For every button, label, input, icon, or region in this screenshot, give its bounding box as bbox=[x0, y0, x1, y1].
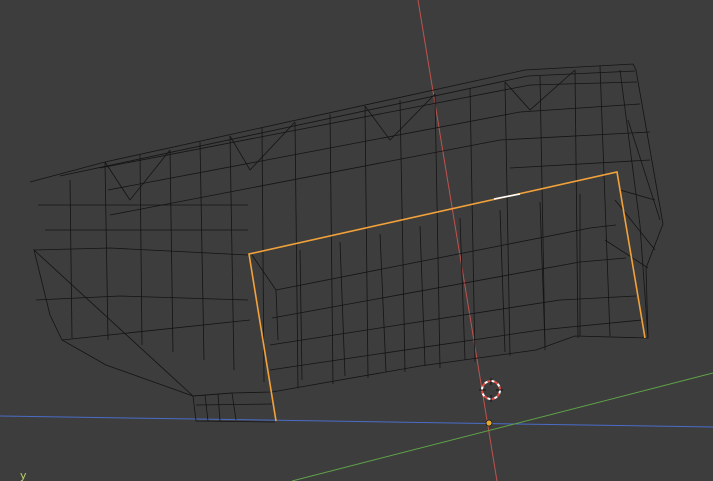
mesh-outline bbox=[29, 63, 664, 423]
x-axis-line bbox=[417, 0, 498, 481]
axis-indicator-label: y bbox=[20, 469, 27, 481]
y-axis-line bbox=[291, 372, 713, 481]
3d-cursor-icon[interactable] bbox=[479, 378, 503, 402]
origin-dot-icon bbox=[485, 419, 493, 427]
z-axis-line bbox=[0, 415, 713, 428]
3d-viewport[interactable]: y bbox=[0, 0, 713, 481]
selected-edge-loop[interactable] bbox=[248, 171, 646, 422]
viewport-scene[interactable] bbox=[0, 0, 713, 481]
mesh-wireframe[interactable] bbox=[29, 63, 664, 423]
